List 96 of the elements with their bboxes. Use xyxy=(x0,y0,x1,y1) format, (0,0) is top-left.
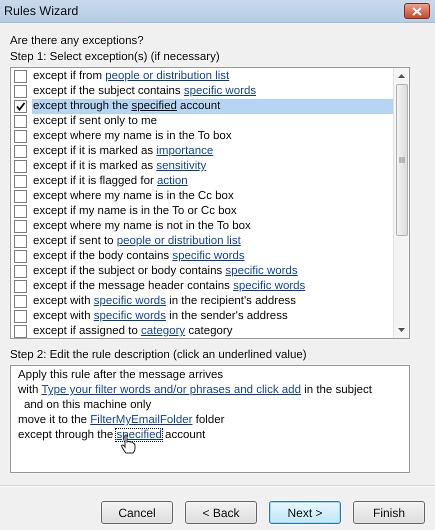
dialog-button[interactable]: < Back xyxy=(185,501,257,524)
exception-text: in the recipient's address xyxy=(168,295,296,307)
checkbox[interactable] xyxy=(14,130,27,143)
dialog-button[interactable]: Next > xyxy=(269,501,341,524)
checkbox[interactable] xyxy=(14,265,27,278)
value-link[interactable]: people or distribution list xyxy=(116,235,241,247)
exception-item[interactable]: except if the subject or body contains specific words xyxy=(32,264,393,279)
value-link[interactable]: specific words xyxy=(233,280,306,292)
exception-text: except with xyxy=(33,295,92,307)
value-link[interactable]: category xyxy=(141,325,186,337)
scroll-down-icon[interactable] xyxy=(398,328,405,332)
exception-item[interactable]: except with specific words in the sender's address xyxy=(32,309,393,324)
description-text: account xyxy=(164,429,206,441)
exception-item[interactable]: except if the message header contains specific words xyxy=(32,279,393,294)
checkbox[interactable] xyxy=(14,235,27,248)
checkbox[interactable] xyxy=(14,85,27,98)
checkbox[interactable] xyxy=(14,190,27,203)
exception-text: except if from xyxy=(33,70,104,82)
exception-text: except where my name is in the Cc box xyxy=(33,190,234,202)
exception-item[interactable]: except where my name is not in the To box xyxy=(32,219,393,234)
checkbox[interactable] xyxy=(14,115,27,128)
exception-text: except if the subject contains xyxy=(33,85,182,97)
window-title: Rules Wizard xyxy=(4,4,78,18)
checkbox[interactable] xyxy=(14,100,27,113)
exception-item[interactable]: except with specific words in the recipient's address xyxy=(32,294,393,309)
exception-text: except if the subject or body contains xyxy=(33,265,224,277)
description-text: with xyxy=(18,384,40,396)
checkbox[interactable] xyxy=(14,295,27,308)
checkbox[interactable] xyxy=(14,145,27,158)
description-text: except through the xyxy=(18,429,114,441)
exception-item[interactable]: except if it is flagged for action xyxy=(32,174,393,189)
exception-item[interactable]: except if assigned to category category xyxy=(32,324,393,339)
value-link[interactable]: people or distribution list xyxy=(105,70,230,82)
exception-text: except if sent only to me xyxy=(33,115,158,127)
exception-text: except if assigned to xyxy=(33,325,139,337)
exception-item[interactable]: except if the subject contains specific words xyxy=(32,84,393,99)
dialog-button[interactable]: Cancel xyxy=(101,501,173,524)
exception-item[interactable]: except if sent only to me xyxy=(32,114,393,129)
exception-text: except through the xyxy=(33,100,130,112)
exception-text: category xyxy=(187,325,232,337)
exception-text: except if it is flagged for xyxy=(33,175,155,187)
value-link[interactable]: specific words xyxy=(94,310,166,322)
close-button[interactable] xyxy=(404,3,430,19)
value-link[interactable]: sensitivity xyxy=(156,160,206,172)
exception-item[interactable]: except if it is marked as importance xyxy=(32,144,393,159)
checkbox[interactable] xyxy=(14,280,27,293)
value-link[interactable]: specified xyxy=(116,429,162,441)
exception-item[interactable]: except where my name is in the Cc box xyxy=(32,189,393,204)
description-text: folder xyxy=(194,414,224,426)
value-link[interactable]: action xyxy=(157,175,188,187)
value-link[interactable]: specific words xyxy=(172,250,245,262)
value-link[interactable]: Type your filter words and/or phrases and click add xyxy=(41,384,301,396)
checkbox[interactable] xyxy=(14,175,27,188)
value-link[interactable]: specific words xyxy=(225,265,298,277)
exception-item[interactable]: except if it is marked as sensitivity xyxy=(32,159,393,174)
description-text: move it to the xyxy=(18,414,88,426)
exception-item[interactable]: except if my name is in the To or Cc box xyxy=(32,204,393,219)
checkbox[interactable] xyxy=(14,310,27,323)
description-text: and on this machine only xyxy=(24,399,152,411)
exception-item[interactable]: except if from people or distribution list xyxy=(32,69,393,84)
description-text: Apply this rule after the message arrives xyxy=(18,369,224,381)
checkbox[interactable] xyxy=(14,325,27,338)
value-link[interactable]: specified xyxy=(131,100,177,112)
close-icon xyxy=(412,6,422,16)
dialog-button[interactable]: Finish xyxy=(353,501,425,524)
value-link[interactable]: FilterMyEmailFolder xyxy=(90,414,192,426)
scrollbar[interactable] xyxy=(393,68,409,338)
exception-text: except if the body contains xyxy=(33,250,170,262)
step-label: Step 1: Select exception(s) (if necessary) xyxy=(10,50,221,65)
exception-item[interactable]: except through the specified account xyxy=(32,99,393,114)
exception-item[interactable]: except if the body contains specific words xyxy=(32,249,393,264)
scroll-thumb[interactable] xyxy=(396,84,408,236)
exception-item[interactable]: except where my name is in the To box xyxy=(32,129,393,144)
checkbox[interactable] xyxy=(14,250,27,263)
exception-text: account xyxy=(179,100,220,112)
checkbox[interactable] xyxy=(14,70,27,83)
question-label: Are there any exceptions? xyxy=(10,34,145,49)
exception-text: except if it is marked as xyxy=(33,160,154,172)
value-link[interactable]: specific words xyxy=(184,85,256,97)
exception-text: except if it is marked as xyxy=(33,145,154,157)
step-label: Step 2: Edit the rule description (click an underlined value) xyxy=(10,348,308,363)
description-text: in the subject xyxy=(303,384,372,396)
exception-text: except where my name is in the To box xyxy=(33,130,232,142)
exception-text: except with xyxy=(33,310,92,322)
checkbox[interactable] xyxy=(14,220,27,233)
scroll-up-icon[interactable] xyxy=(398,74,405,78)
exception-text: except where my name is not in the To box xyxy=(33,220,251,232)
exception-text: except if my name is in the To or Cc box xyxy=(33,205,237,217)
checkbox[interactable] xyxy=(14,205,27,218)
checkbox[interactable] xyxy=(14,160,27,173)
exception-text: except if the message header contains xyxy=(33,280,231,292)
exception-text: except if sent to xyxy=(33,235,115,247)
exception-text: in the sender's address xyxy=(168,310,288,322)
value-link[interactable]: specific words xyxy=(94,295,166,307)
exception-item[interactable]: except if sent to people or distribution list xyxy=(32,234,393,249)
value-link[interactable]: importance xyxy=(156,145,214,157)
